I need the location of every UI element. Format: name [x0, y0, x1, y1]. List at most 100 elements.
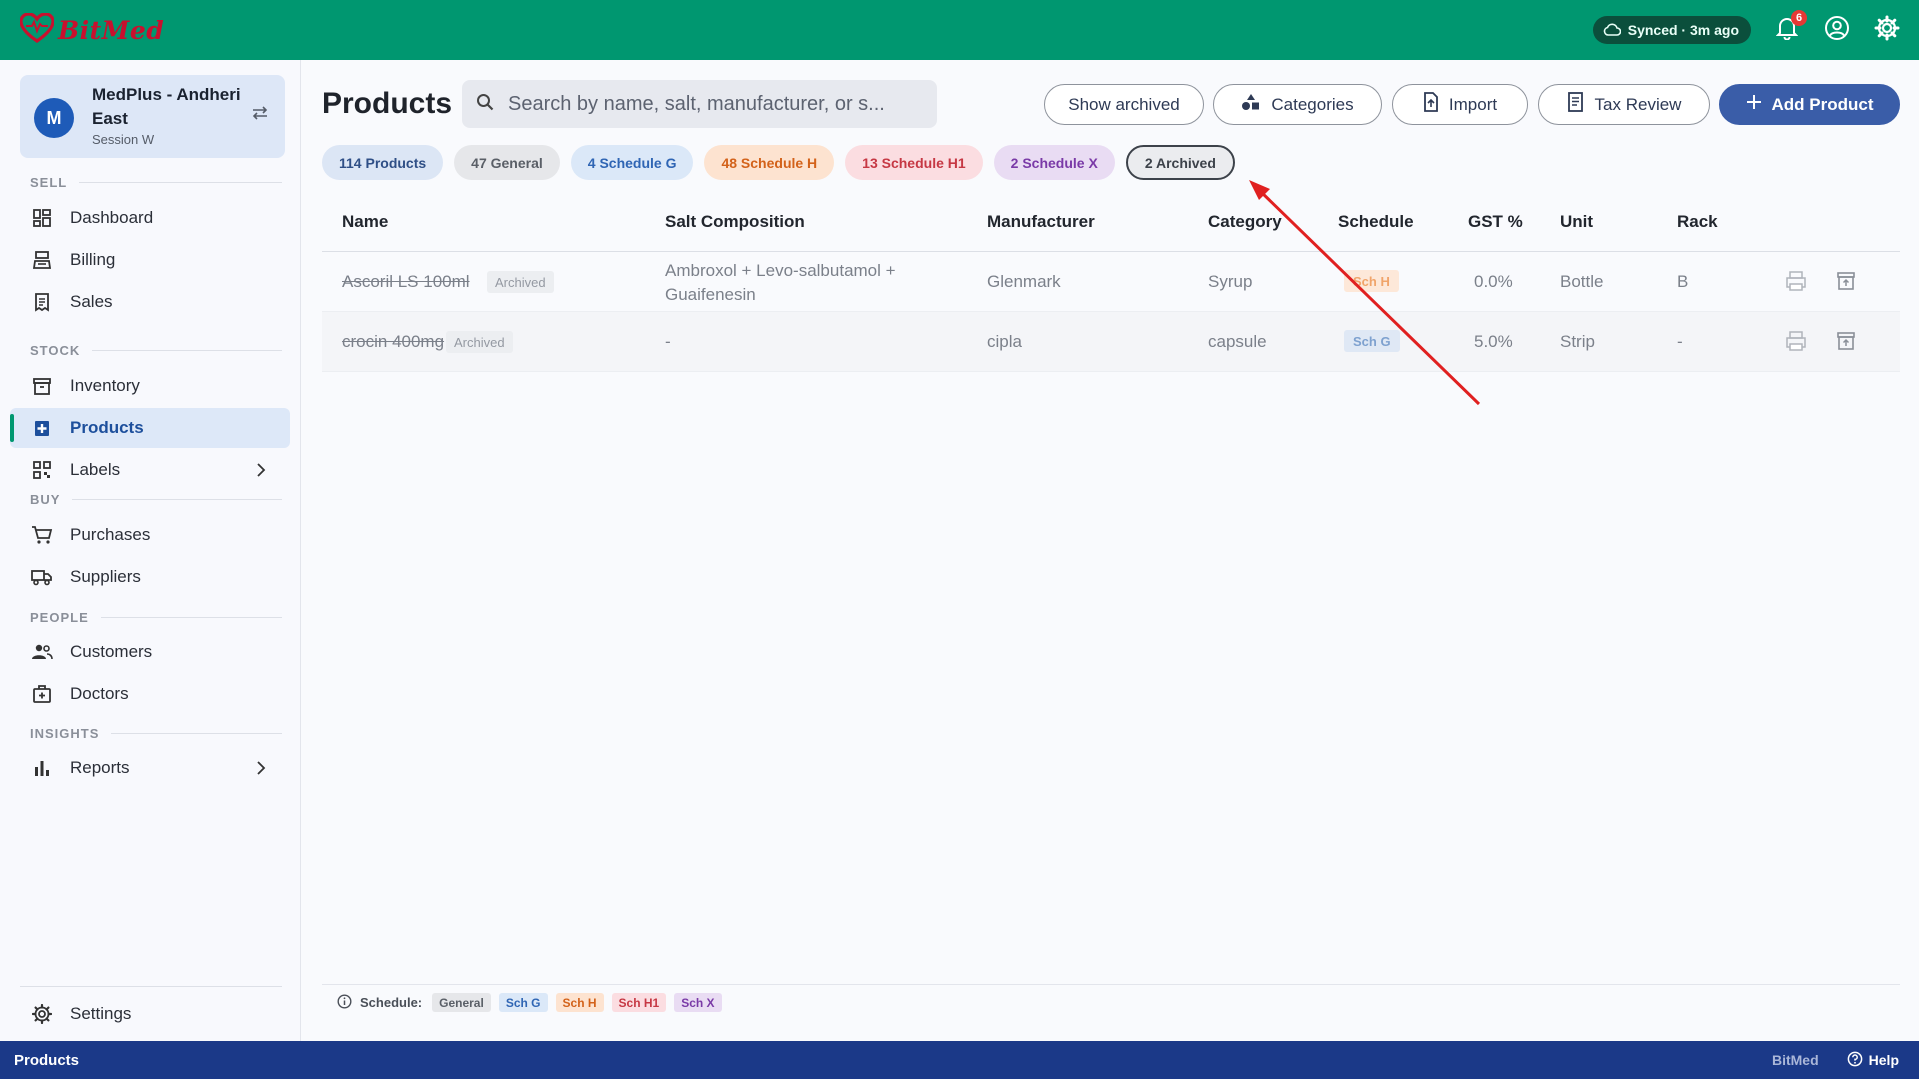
file-import-icon — [1423, 92, 1439, 117]
print-label-icon[interactable] — [1785, 270, 1807, 297]
unit: Strip — [1560, 332, 1595, 351]
gear-icon — [1874, 15, 1900, 46]
col-manufacturer[interactable]: Manufacturer — [987, 212, 1095, 232]
brand-logo[interactable]: BitMed — [19, 11, 165, 48]
sidebar-item-label: Settings — [70, 1004, 132, 1023]
status-brand: BitMed — [1771, 1052, 1819, 1068]
tax-review-button[interactable]: Tax Review — [1538, 84, 1710, 125]
bar-chart-icon — [30, 756, 54, 780]
notifications-button[interactable]: 6 — [1773, 10, 1807, 44]
legend-label: Schedule: — [360, 995, 423, 1010]
chevron-right-icon — [256, 462, 266, 482]
sidebar-item-billing[interactable]: Billing — [10, 240, 290, 280]
schedule-badge: Sch G — [1344, 330, 1400, 352]
swap-icon[interactable] — [251, 105, 269, 126]
category: Syrup — [1208, 272, 1253, 291]
cloud-icon — [1603, 22, 1622, 39]
unit: Bottle — [1560, 272, 1604, 291]
cart-icon — [30, 523, 54, 547]
archived-badge: Archived — [487, 271, 554, 293]
brand-name: BitMed — [58, 15, 165, 45]
sidebar: M MedPlus - Andheri East Session W SELL … — [0, 60, 301, 1041]
col-gst[interactable]: GST % — [1468, 212, 1523, 232]
store-switcher[interactable]: M MedPlus - Andheri East Session W — [20, 75, 285, 158]
register-icon — [30, 248, 54, 272]
filter-chips: 114 Products 47 General 4 Schedule G 48 … — [322, 145, 1235, 180]
status-bar: Products BitMed Help — [0, 1041, 1919, 1079]
sidebar-item-suppliers[interactable]: Suppliers — [10, 557, 290, 597]
unarchive-icon[interactable] — [1836, 271, 1856, 296]
search-input[interactable] — [508, 92, 918, 116]
plus-icon — [1746, 94, 1762, 115]
sidebar-item-doctors[interactable]: Doctors — [10, 674, 290, 714]
sidebar-item-reports[interactable]: Reports — [10, 748, 290, 788]
help-link[interactable]: Help — [1847, 1051, 1899, 1070]
print-label-icon[interactable] — [1785, 330, 1807, 357]
sidebar-item-labels[interactable]: Labels — [10, 450, 290, 490]
col-schedule[interactable]: Schedule — [1338, 212, 1414, 232]
gear-icon — [30, 1002, 54, 1026]
chip-archived[interactable]: 2 Archived — [1125, 145, 1235, 180]
chip-general[interactable]: 47 General — [454, 145, 560, 180]
qr-code-icon — [30, 458, 54, 482]
sidebar-item-label: Purchases — [70, 525, 151, 544]
settings-button[interactable] — [1873, 15, 1901, 46]
sidebar-item-customers[interactable]: Customers — [10, 632, 290, 672]
sidebar-item-sales[interactable]: Sales — [10, 282, 290, 322]
page-title: Products — [322, 87, 453, 120]
col-unit[interactable]: Unit — [1560, 212, 1593, 232]
heart-logo-icon — [19, 11, 55, 48]
sidebar-item-products[interactable]: Products — [10, 408, 290, 448]
sidebar-item-label: Reports — [70, 758, 130, 777]
sync-status-text: Synced · 3m ago — [1627, 22, 1739, 38]
nav-section-sell: SELL — [30, 175, 282, 190]
categories-label: Categories — [1271, 94, 1354, 114]
shapes-icon — [1241, 93, 1261, 116]
chevron-right-icon — [256, 760, 266, 780]
store-avatar: M — [34, 98, 74, 138]
document-icon — [1567, 92, 1585, 117]
categories-button[interactable]: Categories — [1213, 84, 1382, 125]
col-name[interactable]: Name — [342, 212, 388, 232]
truck-icon — [30, 565, 54, 589]
table-header: Name Salt Composition Manufacturer Categ… — [322, 192, 1900, 252]
import-button[interactable]: Import — [1392, 84, 1528, 125]
sidebar-item-label: Labels — [70, 460, 121, 479]
medical-box-icon — [30, 416, 54, 440]
show-archived-button[interactable]: Show archived — [1044, 84, 1204, 125]
help-label: Help — [1868, 1052, 1899, 1068]
sidebar-item-purchases[interactable]: Purchases — [10, 515, 290, 555]
chip-schedule-h[interactable]: 48 Schedule H — [704, 145, 835, 180]
chip-schedule-h1[interactable]: 13 Schedule H1 — [845, 145, 983, 180]
sidebar-item-label: Sales — [70, 292, 113, 311]
rack: B — [1677, 272, 1689, 291]
legend-tag-sch-g: Sch G — [498, 993, 548, 1012]
unarchive-icon[interactable] — [1836, 331, 1856, 356]
col-rack[interactable]: Rack — [1677, 212, 1718, 232]
search-box[interactable] — [462, 80, 937, 128]
legend-tag-sch-h1: Sch H1 — [611, 993, 667, 1012]
table-row[interactable]: Ascoril LS 100ml Archived Ambroxol + Lev… — [322, 252, 1900, 312]
chip-schedule-g[interactable]: 4 Schedule G — [570, 145, 694, 180]
col-category[interactable]: Category — [1208, 212, 1282, 232]
sync-status-pill[interactable]: Synced · 3m ago — [1592, 16, 1751, 44]
sidebar-item-label: Suppliers — [70, 567, 141, 586]
table-row[interactable]: crocin 400mg Archived - cipla capsule Sc… — [322, 312, 1900, 372]
main-content: Products Show archived Categories Import… — [301, 60, 1919, 1041]
chip-all-products[interactable]: 114 Products — [322, 145, 444, 180]
sidebar-item-inventory[interactable]: Inventory — [10, 366, 290, 406]
add-product-button[interactable]: Add Product — [1719, 84, 1900, 125]
col-salt-composition[interactable]: Salt Composition — [665, 212, 805, 232]
sidebar-item-label: Customers — [70, 642, 153, 661]
sidebar-item-label: Billing — [70, 250, 116, 269]
account-button[interactable] — [1823, 15, 1851, 44]
products-table: Name Salt Composition Manufacturer Categ… — [322, 192, 1900, 372]
sidebar-item-dashboard[interactable]: Dashboard — [10, 198, 290, 238]
archive-box-icon — [30, 374, 54, 398]
medical-bag-icon — [30, 682, 54, 706]
category: capsule — [1208, 332, 1267, 351]
chip-schedule-x[interactable]: 2 Schedule X — [993, 145, 1115, 180]
receipt-icon — [30, 290, 54, 314]
schedule-badge: Sch H — [1344, 270, 1399, 292]
sidebar-item-settings[interactable]: Settings — [10, 994, 290, 1034]
